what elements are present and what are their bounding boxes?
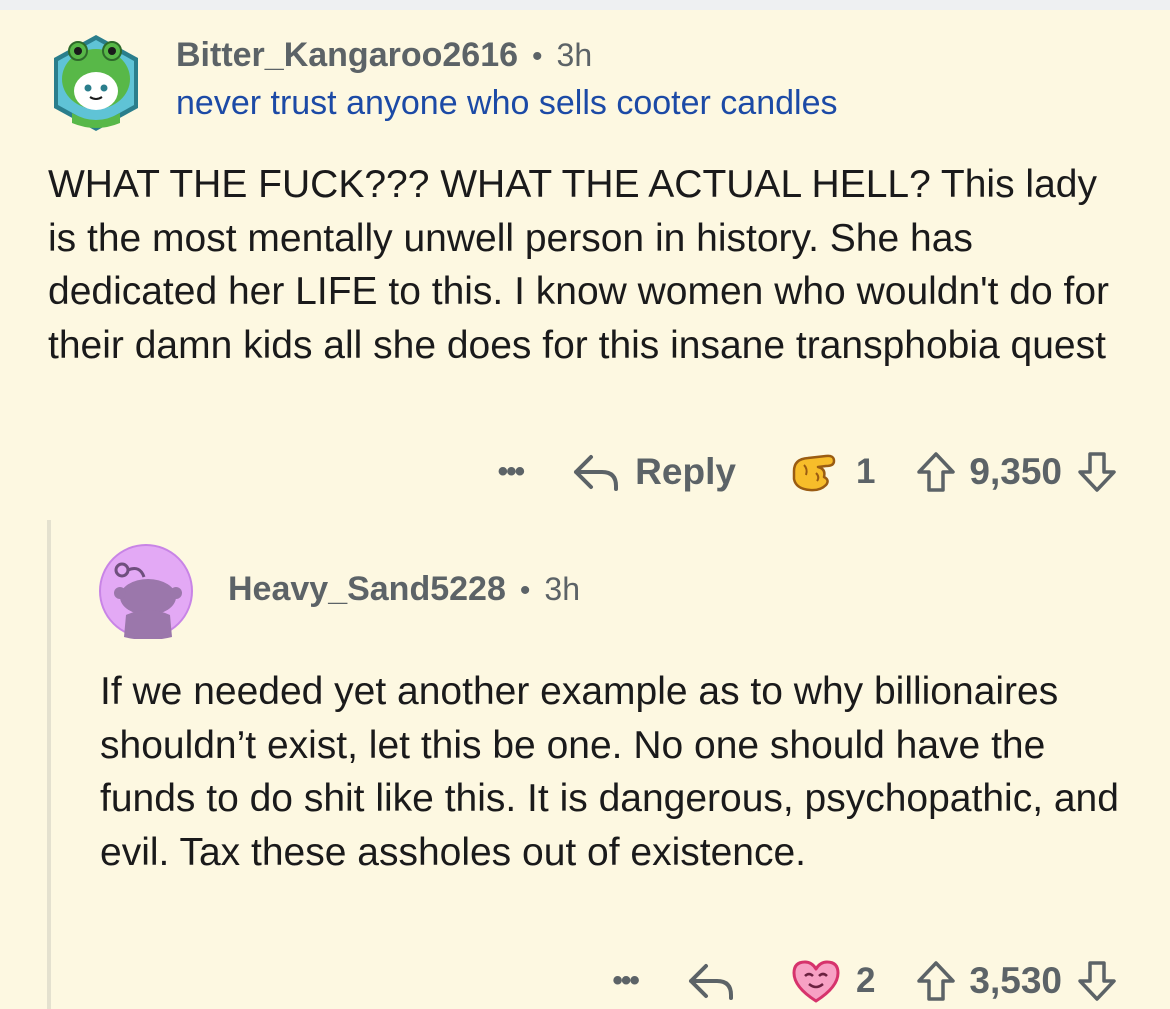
author-name[interactable]: Bitter_Kangaroo2616 [176,36,518,74]
avatar[interactable] [98,543,194,640]
separator-dot: • [532,40,543,73]
vote-score: 9,350 [969,451,1062,492]
heart-face-award-icon [792,960,840,1003]
vote-score: 3,530 [969,960,1062,1001]
comment-action-bar: ••• Reply 1 9,350 [498,445,1118,499]
more-options-button[interactable]: ••• [612,964,639,998]
top-divider [0,0,1170,10]
upvote-arrow-icon[interactable] [915,959,957,1003]
comment-age: 3h [556,37,593,73]
comment-header: Heavy_Sand5228 • 3h [228,570,580,609]
award-badge[interactable]: 1 [790,447,875,497]
comment-body: If we needed yet another example as to w… [100,670,1119,874]
award-count: 1 [855,452,876,491]
reply-button[interactable] [686,960,736,1002]
reply-button[interactable]: Reply [571,451,736,493]
comment-body: WHAT THE FUCK??? WHAT THE ACTUAL HELL? T… [48,163,1110,367]
reply-arrow-icon [688,964,733,1000]
award-count: 2 [855,961,876,1000]
vote-controls: 9,350 [915,450,1118,494]
user-flair: never trust anyone who sells cooter cand… [176,84,838,122]
thread-collapse-line[interactable] [47,520,51,1009]
comment-header: Bitter_Kangaroo2616 • 3h [176,36,592,75]
avatar[interactable] [50,33,142,133]
downvote-arrow-icon[interactable] [1076,450,1118,494]
upvote-arrow-icon[interactable] [915,450,957,494]
vote-controls: 3,530 [915,959,1118,1003]
reply-arrow-icon [574,455,619,491]
author-name[interactable]: Heavy_Sand5228 [228,570,506,608]
downvote-arrow-icon[interactable] [1076,959,1118,1003]
snoo-default-avatar-icon [99,544,193,640]
pointing-hand-award-icon [792,454,836,492]
comment-action-bar: ••• 2 3,530 [612,954,1118,1008]
more-options-button[interactable]: ••• [498,455,525,489]
snoo-frog-avatar-icon [54,35,138,131]
award-badge[interactable]: 2 [790,957,875,1005]
comment-age: 3h [544,571,580,607]
reply-label: Reply [635,451,736,492]
separator-dot: • [519,574,531,607]
